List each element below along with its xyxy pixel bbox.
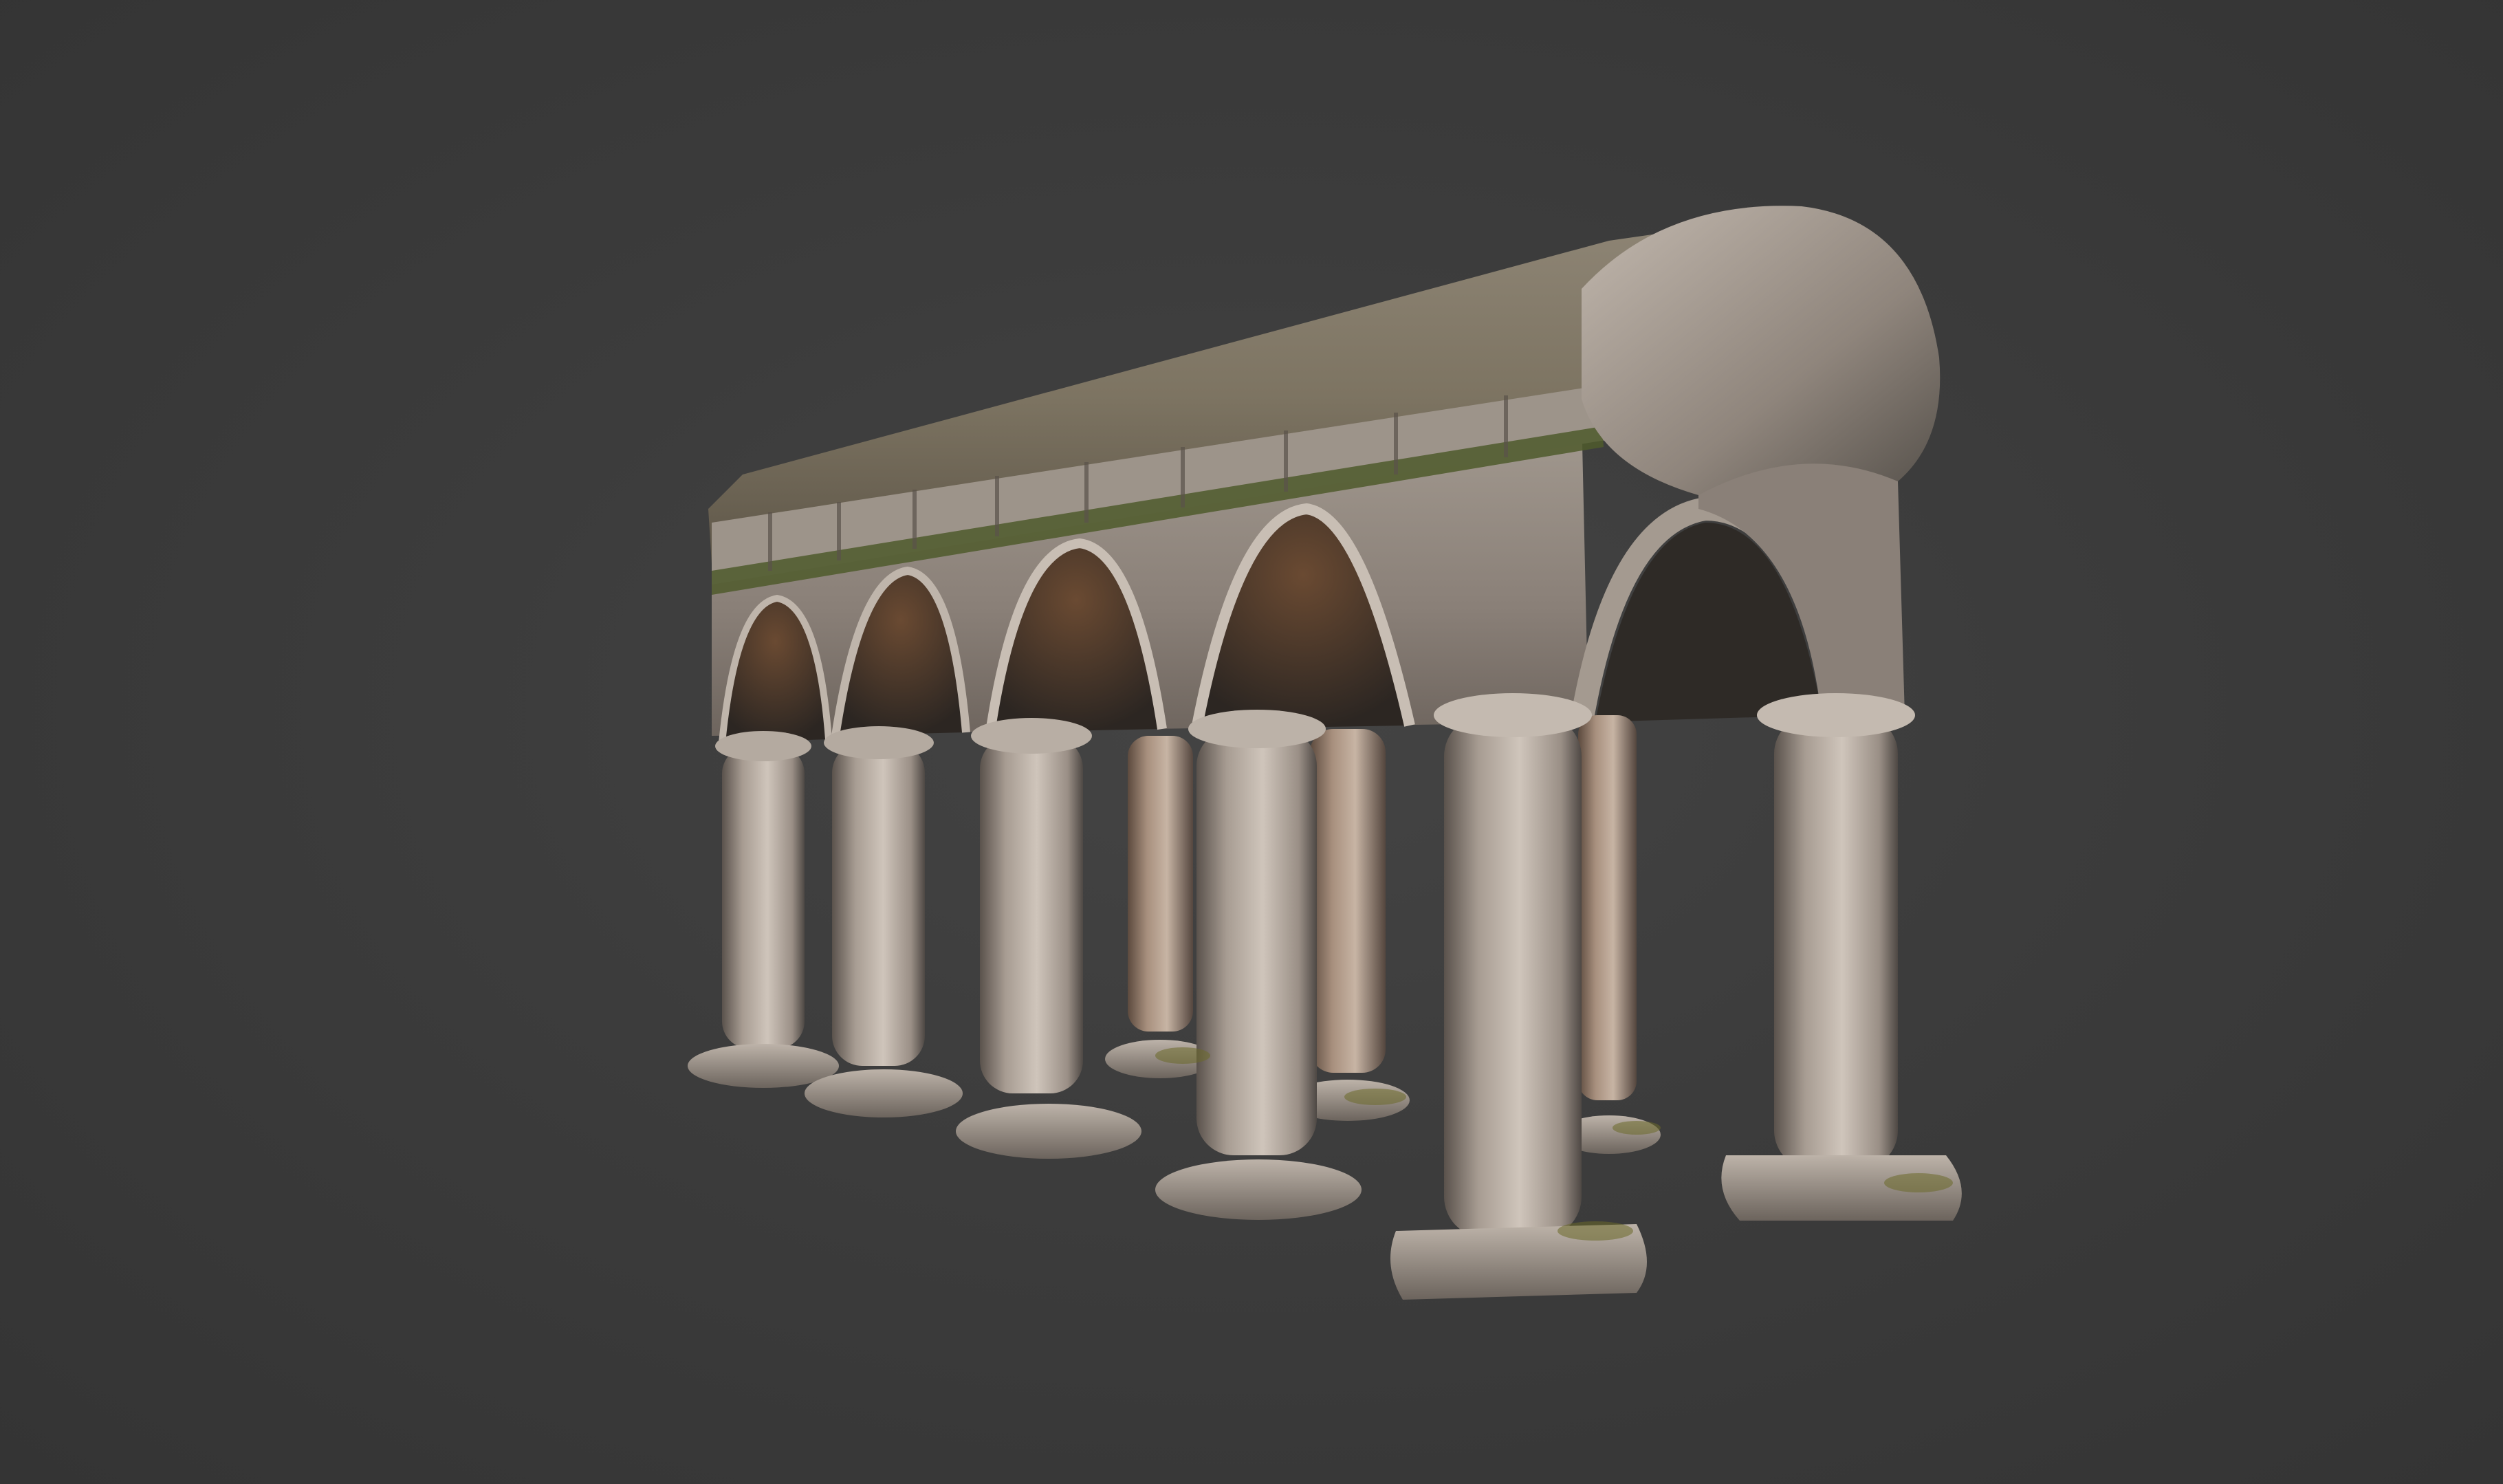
colonnade-model [688,206,1962,1300]
3d-viewport[interactable] [0,0,2503,1484]
